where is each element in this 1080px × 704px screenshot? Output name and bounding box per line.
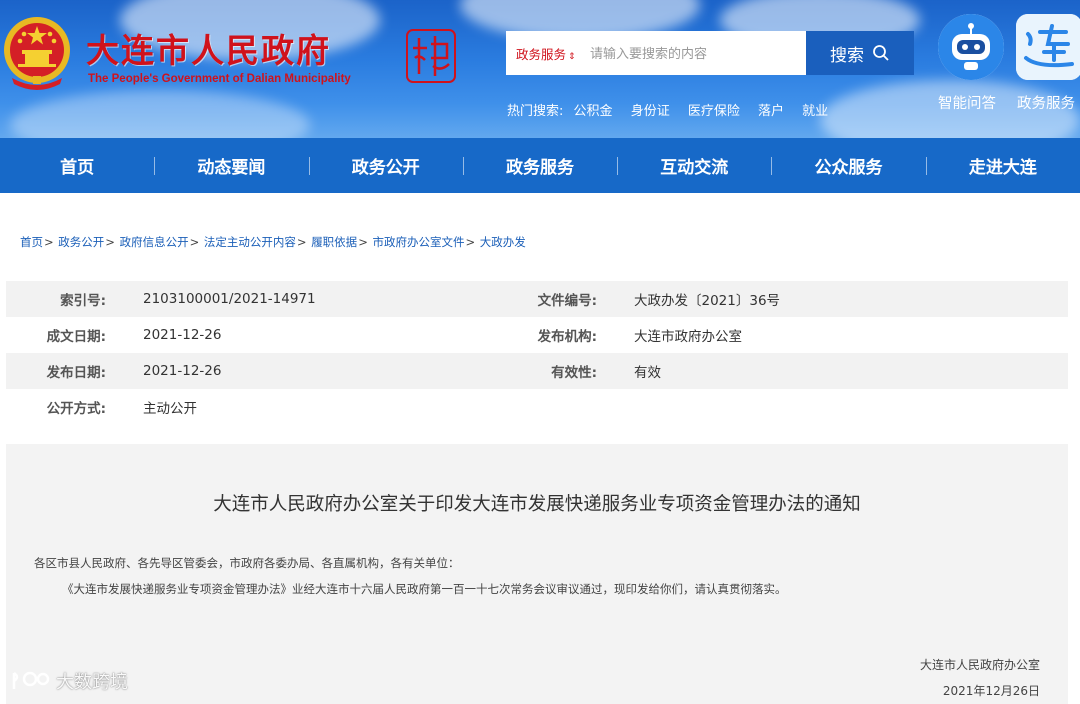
watermark: 大数跨境 [10, 668, 128, 694]
article-date: 2021年12月26日 [942, 684, 1040, 698]
breadcrumb-separator: > [296, 235, 307, 249]
search-button[interactable]: 搜索 [806, 31, 914, 75]
breadcrumb-link[interactable]: 大政办发 [480, 235, 526, 249]
breadcrumb-separator: > [105, 235, 115, 249]
breadcrumb-link[interactable]: 政务公开 [58, 235, 104, 249]
lian-glyph-icon [1016, 14, 1080, 80]
meta-row: 索引号: 2103100001/2021-14971 文件编号: 大政办发〔20… [6, 281, 1068, 317]
search-bar: 政务服务⇕ 搜索 [506, 31, 914, 75]
main-nav: 首页 动态要闻 政务公开 政务服务 互动交流 公众服务 走进大连 [0, 138, 1080, 193]
breadcrumb-link[interactable]: 政府信息公开 [120, 235, 189, 249]
nav-item-gov-affairs[interactable]: 政务公开 [308, 138, 463, 193]
article-body: 《大连市发展快递服务业专项资金管理办法》业经大连市十六届人民政府第一百一十七次常… [62, 582, 787, 596]
cloud-decoration [10, 90, 310, 138]
index-value: 2103100001/2021-14971 [143, 291, 316, 307]
breadcrumb-link[interactable]: 法定主动公开内容 [204, 235, 296, 249]
watermark-logo-icon [12, 671, 50, 689]
robot-icon [938, 14, 1004, 80]
hot-search-item[interactable]: 身份证 [631, 104, 670, 119]
search-category-label: 政务服务 [516, 47, 567, 62]
hot-search-item[interactable]: 公积金 [574, 104, 613, 119]
breadcrumb-separator: > [358, 235, 368, 249]
search-icon [873, 45, 889, 61]
breadcrumb-link[interactable]: 首页 [20, 235, 43, 249]
nav-item-news[interactable]: 动态要闻 [154, 138, 308, 193]
hot-search-item[interactable]: 就业 [802, 104, 828, 119]
hot-search-item[interactable]: 落户 [758, 104, 784, 119]
mode-label: 公开方式: [46, 401, 106, 417]
issuer-value: 大连市政府办公室 [634, 329, 742, 345]
breadcrumb-separator: > [465, 235, 476, 249]
site-subtitle: The People's Government of Dalian Munici… [88, 73, 351, 85]
docno-label: 文件编号: [537, 293, 597, 309]
nav-item-about-dalian[interactable]: 走进大连 [925, 138, 1080, 193]
nav-item-interaction[interactable]: 互动交流 [617, 138, 771, 193]
document-meta-table: 索引号: 2103100001/2021-14971 文件编号: 大政办发〔20… [6, 281, 1068, 425]
dalian-seal-icon [406, 29, 456, 83]
search-category-select[interactable]: 政务服务 ⇕ [516, 44, 576, 63]
index-label: 索引号: [60, 293, 106, 309]
article-addressee: 各区市县人民政府、各先导区管委会，市政府各委办局、各直属机构，各有关单位： [34, 556, 460, 570]
hot-search-label: 热门搜索: [507, 104, 564, 119]
validity-value: 有效 [634, 365, 661, 381]
article-title: 大连市人民政府办公室关于印发大连市发展快递服务业专项资金管理办法的通知 [213, 494, 861, 515]
nav-item-public-service[interactable]: 公众服务 [771, 138, 925, 193]
validity-label: 有效性: [551, 365, 597, 381]
breadcrumb-separator: > [44, 235, 54, 249]
mode-value: 主动公开 [143, 401, 197, 417]
issuer-label: 发布机构: [537, 329, 597, 345]
smart-qa-label[interactable]: 智能问答 [938, 92, 996, 113]
hot-search-item[interactable]: 医疗保险 [688, 104, 740, 119]
watermark-text: 大数跨境 [56, 672, 128, 693]
caret-updown-icon: ⇕ [568, 52, 576, 62]
site-header: 大连市人民政府 The People's Government of Dalia… [0, 0, 1080, 138]
national-emblem-icon [4, 17, 70, 90]
created-label: 成文日期: [46, 329, 106, 345]
published-value: 2021-12-26 [143, 363, 222, 379]
gov-service-label[interactable]: 政务服务 [1017, 92, 1075, 113]
meta-row: 成文日期: 2021-12-26 发布机构: 大连市政府办公室 [6, 317, 1068, 353]
article-signature: 大连市人民政府办公室 [919, 658, 1040, 672]
breadcrumb-link[interactable]: 市政府办公室文件 [372, 235, 464, 249]
article-panel: 大连市人民政府办公室关于印发大连市发展快递服务业专项资金管理办法的通知 各区市县… [6, 444, 1068, 704]
meta-row: 发布日期: 2021-12-26 有效性: 有效 [6, 353, 1068, 389]
docno-value: 大政办发〔2021〕36号 [634, 293, 781, 309]
search-input[interactable] [588, 39, 804, 69]
nav-item-gov-service[interactable]: 政务服务 [462, 138, 617, 193]
smart-qa-button[interactable] [938, 14, 1004, 80]
meta-row: 公开方式: 主动公开 [6, 389, 1068, 425]
breadcrumb-link[interactable]: 履职依据 [311, 235, 357, 249]
created-value: 2021-12-26 [143, 327, 222, 343]
search-button-label: 搜索 [830, 45, 864, 66]
gov-service-button[interactable] [1016, 14, 1080, 80]
published-label: 发布日期: [46, 365, 106, 381]
hot-search: 热门搜索: 公积金 身份证 医疗保险 落户 就业 [507, 100, 842, 119]
breadcrumb: 首页> 政务公开> 政府信息公开> 法定主动公开内容> 履职依据> 市政府办公室… [20, 234, 526, 250]
breadcrumb-separator: > [189, 235, 200, 249]
site-title: 大连市人民政府 [86, 31, 331, 70]
nav-item-home[interactable]: 首页 [0, 138, 154, 193]
